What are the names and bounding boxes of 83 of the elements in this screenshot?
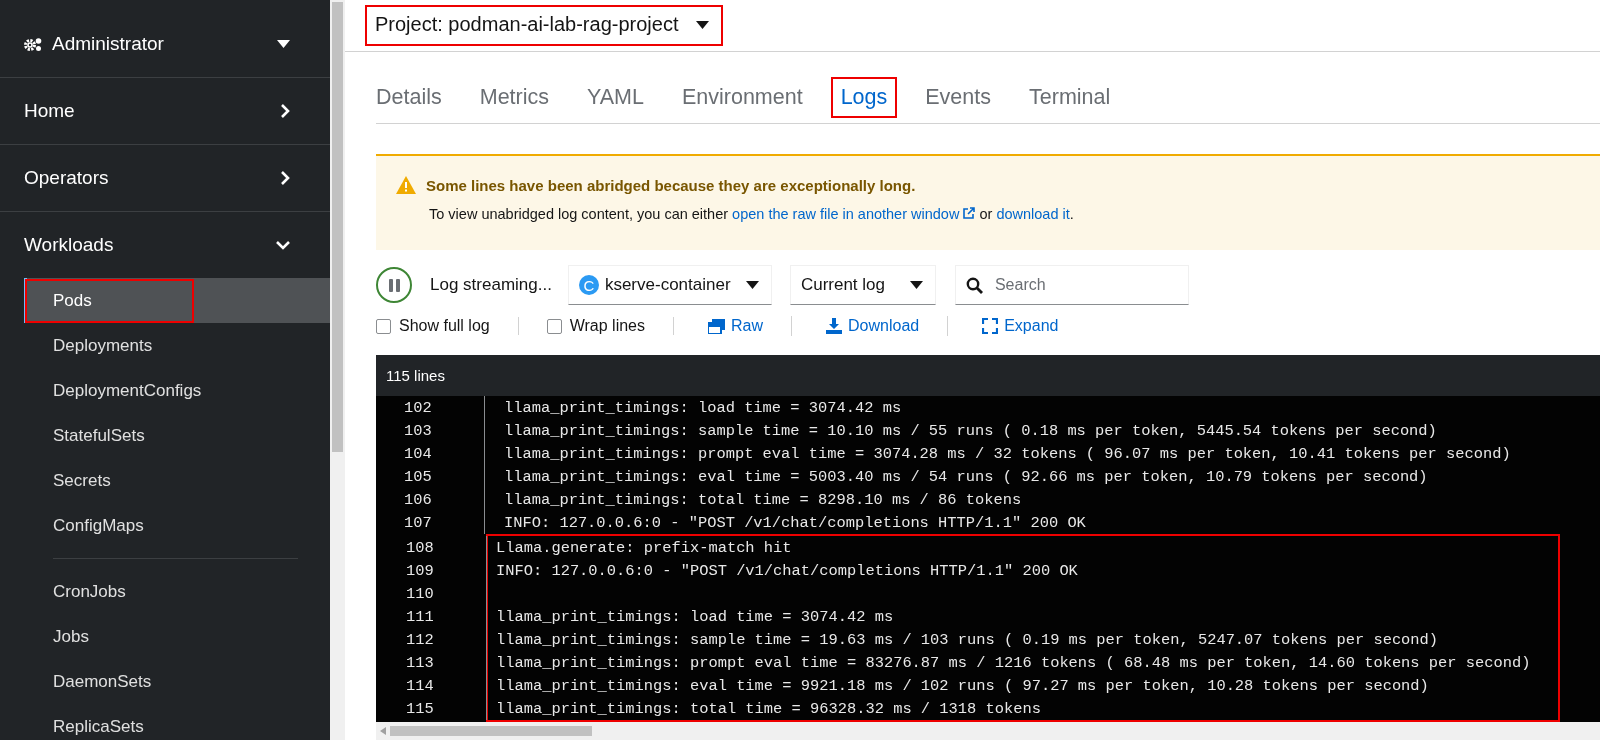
gears-icon: [24, 36, 43, 52]
chevron-right-icon: [280, 104, 290, 118]
caret-down-icon: [696, 20, 710, 29]
log-line: llama_print_timings: load time = 3074.42 ms: [495, 607, 894, 626]
line-number: 103: [376, 419, 485, 442]
line-number: 104: [376, 442, 485, 465]
windows-icon: [708, 318, 725, 334]
log-line: llama_print_timings: prompt eval time = 83276.87 ms / 1216 tokens ( 68.48 ms per token, 14.60 tokens per second): [495, 653, 1531, 672]
line-number: 113: [378, 651, 487, 674]
tab[interactable]: YAML: [579, 79, 652, 116]
line-number: 109: [378, 559, 487, 582]
line-number: 102: [376, 396, 485, 419]
perspective-switcher[interactable]: Administrator: [52, 33, 164, 55]
log-line: llama_print_timings: total time = 8298.10 ms / 86 tokens: [503, 490, 1022, 509]
container-badge: C: [578, 275, 599, 295]
tab[interactable]: Logs: [832, 79, 896, 116]
line-number: 106: [376, 488, 485, 511]
log-line: llama_print_timings: eval time = 9921.18 ms / 102 runs ( 97.27 ms per token, 10.28 tokens per second): [495, 676, 1429, 695]
log-line: Llama.generate: prefix-match hit: [495, 538, 792, 557]
line-number: 108: [378, 536, 487, 559]
checkbox-option[interactable]: Show full log: [376, 317, 519, 335]
line-number: 115: [378, 697, 487, 720]
line-number: 110: [378, 582, 487, 605]
caret-down-icon: [745, 281, 759, 289]
alert-message: To view unabridged log content, you can either open the raw file in another window or download it.: [429, 206, 1075, 222]
warning-icon: [396, 176, 416, 194]
tab[interactable]: Terminal: [1021, 79, 1119, 116]
line-number: 107: [376, 511, 485, 534]
scroll-left-icon[interactable]: [380, 727, 386, 735]
log-line: llama_print_timings: sample time = 19.63 ms / 103 runs ( 0.19 ms per token, 5247.07 tokens per second): [495, 630, 1439, 649]
download-link[interactable]: download it: [996, 206, 1070, 222]
download-icon: [826, 318, 843, 334]
log-line: INFO: 127.0.0.6:0 - "POST /v1/chat/completions HTTP/1.1" 200 OK: [495, 561, 1078, 580]
tab[interactable]: Environment: [673, 79, 811, 116]
nav-item[interactable]: CronJobs: [24, 569, 330, 614]
checkbox[interactable]: [546, 318, 562, 334]
nav-item[interactable]: Pods: [24, 278, 330, 323]
raw-button[interactable]: Raw: [702, 316, 793, 336]
alert-title: Some lines have been abridged because they are exceptionally long.: [426, 176, 916, 194]
expand-button[interactable]: Expand: [976, 316, 1087, 336]
line-number: 105: [376, 465, 485, 488]
download-button[interactable]: Download: [820, 316, 949, 336]
checkbox[interactable]: [376, 318, 391, 334]
log-line: llama_print_timings: prompt eval time = 3074.28 ms / 32 tokens ( 96.07 ms per token, 10.41 tokens per second): [503, 444, 1511, 463]
line-count: 115 lines: [386, 367, 445, 384]
caret-down-icon: [277, 40, 290, 48]
caret-down-icon: [909, 281, 923, 289]
log-line: llama_print_timings: total time = 96328.32 ms / 1318 tokens: [495, 699, 1041, 718]
tab[interactable]: Details: [368, 79, 450, 116]
nav-item[interactable]: DaemonSets: [24, 659, 330, 704]
tab[interactable]: Metrics: [471, 79, 557, 116]
checkbox-option[interactable]: Wrap lines: [546, 317, 674, 335]
streaming-status: Log streaming...: [430, 275, 552, 295]
line-number: 114: [378, 674, 487, 697]
line-number: 112: [378, 628, 487, 651]
project-dropdown[interactable]: Project: podman-ai-lab-rag-project: [367, 7, 722, 44]
line-number: 111: [378, 605, 487, 628]
external-link-icon: [963, 207, 976, 219]
log-line: llama_print_timings: eval time = 5003.40 ms / 54 runs ( 92.66 ms per token, 10.79 tokens per second): [503, 467, 1428, 486]
nav-item[interactable]: StatefulSets: [24, 413, 330, 458]
tab[interactable]: Events: [917, 79, 999, 116]
nav-item[interactable]: Secrets: [24, 458, 330, 503]
chevron-down-icon: [276, 240, 290, 250]
scrollbar[interactable]: [330, 0, 345, 740]
pause-button[interactable]: [376, 267, 412, 303]
nav-item[interactable]: Deployments: [24, 323, 330, 368]
chevron-right-icon: [280, 171, 290, 185]
search-input[interactable]: Search: [992, 275, 1177, 295]
nav-item[interactable]: ConfigMaps: [24, 503, 330, 548]
log-line: llama_print_timings: load time = 3074.42 ms: [503, 398, 902, 417]
log-type-dropdown[interactable]: Current log: [789, 265, 936, 305]
raw-file-link[interactable]: open the raw file in another window: [732, 206, 976, 222]
expand-icon: [982, 318, 999, 334]
nav-item[interactable]: DeploymentConfigs: [24, 368, 330, 413]
nav-section[interactable]: Workloads: [0, 212, 330, 278]
container-dropdown[interactable]: C kserve-container: [567, 265, 772, 305]
nav-item[interactable]: Jobs: [24, 614, 330, 659]
nav-item[interactable]: ReplicaSets: [24, 704, 330, 740]
search-field[interactable]: Search: [954, 265, 1189, 305]
log-line: llama_print_timings: sample time = 10.10 ms / 55 runs ( 0.18 ms per token, 5445.54 tokens per second): [503, 421, 1437, 440]
log-line: INFO: 127.0.0.6:0 - "POST /v1/chat/completions HTTP/1.1" 200 OK: [503, 513, 1086, 532]
search-icon: [965, 276, 983, 294]
scrollbar[interactable]: [376, 722, 1600, 740]
